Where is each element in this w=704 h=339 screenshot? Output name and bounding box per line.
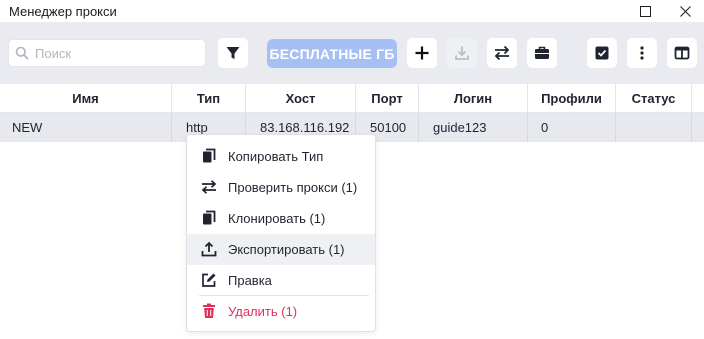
menu-item-delete[interactable]: Удалить (1): [187, 296, 375, 327]
table-header: Имя Тип Хост Порт Логин Профили Статус: [0, 84, 704, 113]
close-icon: [679, 5, 691, 17]
menu-item-label: Правка: [228, 273, 272, 288]
more-options-button[interactable]: [627, 38, 657, 68]
add-proxy-button[interactable]: [407, 38, 437, 68]
menu-item-edit[interactable]: Правка: [187, 265, 375, 296]
select-all-button[interactable]: [587, 38, 617, 68]
menu-item-export[interactable]: Экспортировать (1): [187, 234, 375, 265]
menu-item-label: Удалить (1): [228, 304, 298, 319]
maximize-button[interactable]: [625, 0, 665, 22]
edit-icon: [201, 272, 217, 288]
menu-item-check-proxy[interactable]: Проверить прокси (1): [187, 172, 375, 203]
filter-icon: [226, 47, 240, 59]
column-header-host[interactable]: Хост: [246, 84, 356, 112]
swap-arrows-icon: [201, 179, 217, 195]
toolbar: БЕСПЛАТНЫЕ ГБ: [0, 22, 704, 84]
title-bar: Менеджер прокси: [0, 0, 704, 22]
free-gb-button[interactable]: БЕСПЛАТНЫЕ ГБ: [267, 39, 397, 68]
menu-item-clone[interactable]: Клонировать (1): [187, 203, 375, 234]
cell-name: NEW: [0, 113, 172, 142]
import-button[interactable]: [447, 38, 477, 68]
copy-icon: [201, 148, 217, 164]
column-header-name[interactable]: Имя: [0, 84, 172, 112]
checkbox-icon: [595, 46, 609, 60]
search-box[interactable]: [8, 39, 206, 67]
menu-item-label: Копировать Тип: [228, 149, 324, 164]
column-header-profiles[interactable]: Профили: [528, 84, 616, 112]
context-menu: Копировать Тип Проверить прокси (1) Клон…: [186, 134, 376, 332]
columns-button[interactable]: [667, 38, 697, 68]
menu-item-label: Клонировать (1): [228, 211, 326, 226]
window-title: Менеджер прокси: [9, 4, 117, 19]
column-header-type[interactable]: Тип: [172, 84, 246, 112]
download-icon: [455, 46, 469, 60]
cell-profiles: 0: [528, 113, 616, 142]
close-button[interactable]: [665, 0, 704, 22]
filter-button[interactable]: [218, 38, 248, 68]
cell-login: guide123: [419, 113, 528, 142]
column-header-login[interactable]: Логин: [419, 84, 528, 112]
menu-item-label: Экспортировать (1): [228, 242, 345, 257]
search-icon: [15, 46, 29, 60]
maximize-icon: [639, 5, 651, 17]
swap-arrows-icon: [494, 45, 510, 61]
clone-icon: [201, 210, 217, 226]
menu-item-copy-type[interactable]: Копировать Тип: [187, 141, 375, 172]
columns-icon: [674, 46, 690, 60]
column-header-port[interactable]: Порт: [356, 84, 419, 112]
menu-item-label: Проверить прокси (1): [228, 180, 358, 195]
more-vertical-icon: [640, 46, 644, 60]
plus-icon: [415, 46, 429, 60]
briefcase-button[interactable]: [527, 38, 557, 68]
briefcase-icon: [535, 46, 549, 59]
upload-icon: [201, 241, 217, 257]
trash-icon: [201, 303, 217, 319]
column-header-status[interactable]: Статус: [616, 84, 692, 112]
cell-status: [616, 113, 692, 142]
search-input[interactable]: [35, 42, 200, 64]
check-proxies-button[interactable]: [487, 38, 517, 68]
